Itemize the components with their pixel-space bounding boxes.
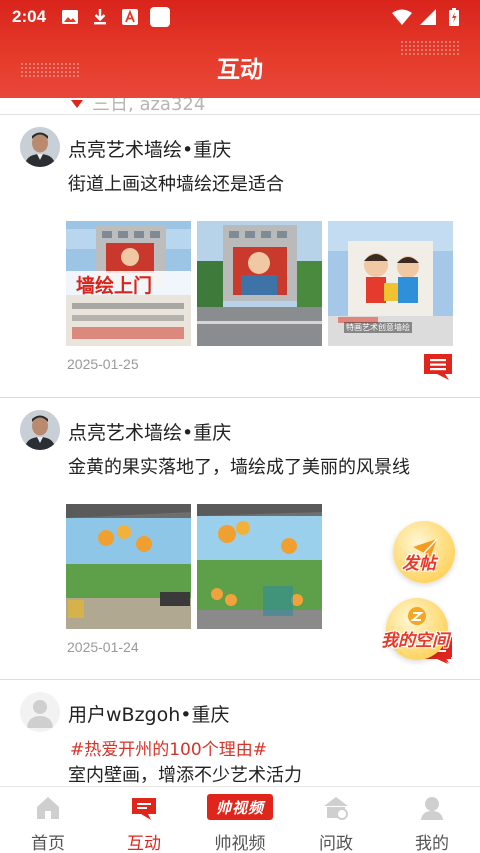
header: 2:04 互动 [0,0,480,98]
nav-label: 互动 [127,834,161,853]
app-notification-icon [120,7,140,27]
signal-icon [418,7,438,27]
post-image[interactable]: 墙绘上门 [66,221,191,346]
avatar[interactable] [20,410,60,450]
chat-icon [129,793,159,823]
nav-label: 首页 [31,834,65,853]
my-space-label: 我的空间 [381,631,449,651]
nav-item-mine[interactable]: 我的 [384,787,480,853]
battery-icon [444,7,464,27]
download-icon [90,7,110,27]
my-space-button[interactable]: 我的空间 [381,598,449,660]
post-card[interactable]: 用户wBzgoh•重庆 #热爱开州的100个理由# 室内壁画，增添不少艺术活力 [0,680,480,786]
nav-label: 帅视频 [214,834,266,853]
post-author[interactable]: 用户wBzgoh•重庆 [68,700,229,727]
wifi-icon [392,7,412,27]
new-post-button[interactable]: 发帖 [393,521,455,583]
heart-icon [70,98,84,114]
post-date: 2025-01-25 [67,356,139,372]
post-image[interactable] [197,221,322,346]
post-topic-tag[interactable]: #热爱开州的100个理由# [70,735,267,760]
post-image[interactable]: 特画艺术创意墙绘 [328,221,453,346]
app-screen: 2:04 互动 三日, aza324 点亮艺术墙绘•重庆 街道上画这种墙绘还是适… [0,0,480,853]
nav-item-gov[interactable]: 问政 [288,787,384,853]
nav-item-video[interactable]: 帅视频 帅视频 [192,787,288,853]
partial-post-text: 三日, aza324 [92,98,206,115]
nav-label: 问政 [319,834,353,853]
status-time: 2:04 [12,7,47,26]
avatar[interactable] [20,692,60,732]
post-date: 2025-01-24 [67,639,139,655]
gov-icon [321,793,351,823]
nav-item-interact[interactable]: 互动 [96,787,192,853]
post-author[interactable]: 点亮艺术墙绘•重庆 [68,418,231,445]
video-logo-text: 帅视频 [215,798,264,817]
page-title: 互动 [217,57,263,83]
post-image[interactable] [197,504,322,629]
nav-item-home[interactable]: 首页 [0,787,96,853]
partial-post[interactable]: 三日, aza324 [0,98,480,115]
post-image[interactable] [66,504,191,629]
post-card[interactable]: 点亮艺术墙绘•重庆 街道上画这种墙绘还是适合 墙绘上门 特画艺术创意墙绘 202… [0,115,480,398]
new-post-label: 发帖 [402,554,436,574]
post-content[interactable]: 街道上画这种墙绘还是适合 [68,170,284,196]
home-icon [33,793,63,823]
post-content[interactable]: 金黄的果实落地了，墙绘成了美丽的风景线 [68,453,410,479]
post-author[interactable]: 点亮艺术墙绘•重庆 [68,135,231,162]
image-caption: 特画艺术创意墙绘 [344,322,412,333]
bottom-nav: 首页 互动 帅视频 帅视频 问政 我的 [0,786,480,853]
post-images [66,504,328,629]
avatar[interactable] [20,127,60,167]
image-notification-icon [60,7,80,27]
nav-label: 我的 [415,834,449,853]
status-bar: 2:04 [0,0,480,34]
post-feed[interactable]: 三日, aza324 点亮艺术墙绘•重庆 街道上画这种墙绘还是适合 墙绘上门 特… [0,98,480,786]
video-logo: 帅视频 [207,794,273,820]
image-caption: 墙绘上门 [76,275,153,297]
post-images: 墙绘上门 特画艺术创意墙绘 [66,221,459,346]
comment-icon[interactable] [423,353,453,381]
square-notification-icon [150,7,171,27]
user-icon [417,793,447,823]
post-content[interactable]: 室内壁画，增添不少艺术活力 [68,761,302,786]
